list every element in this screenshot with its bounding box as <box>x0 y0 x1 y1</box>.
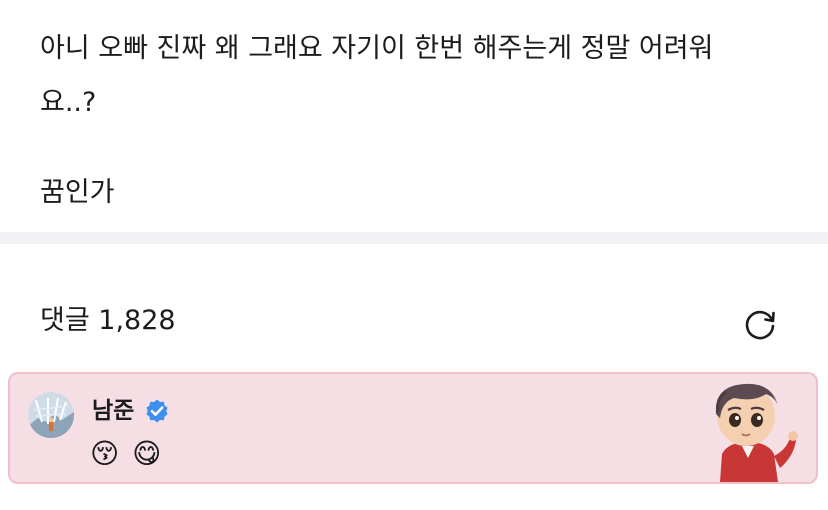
post-body: 아니 오빠 진짜 왜 그래요 자기이 한번 해주는게 정말 어려워 요..? 꿈… <box>0 0 828 232</box>
comment-emoji-text: 😚 😋 <box>90 437 164 470</box>
refresh-button[interactable] <box>738 302 782 346</box>
avatar[interactable] <box>28 392 74 438</box>
post-text-line-3: 꿈인가 <box>40 177 115 208</box>
character-sticker <box>698 376 798 482</box>
featured-comment[interactable]: 남준 😚 😋 <box>8 372 818 484</box>
comments-header: 댓글 1,828 <box>0 244 828 364</box>
comment-author-name[interactable]: 남준 <box>92 396 134 426</box>
avatar-image <box>28 392 74 438</box>
verified-badge-icon <box>144 398 170 424</box>
section-divider <box>0 232 828 244</box>
comments-count-title: 댓글 1,828 <box>40 305 176 336</box>
refresh-icon <box>745 310 775 340</box>
post-text-line-1: 아니 오빠 진짜 왜 그래요 자기이 한번 해주는게 정말 어려워 <box>40 33 714 64</box>
post-text-line-2: 요..? <box>40 87 97 118</box>
